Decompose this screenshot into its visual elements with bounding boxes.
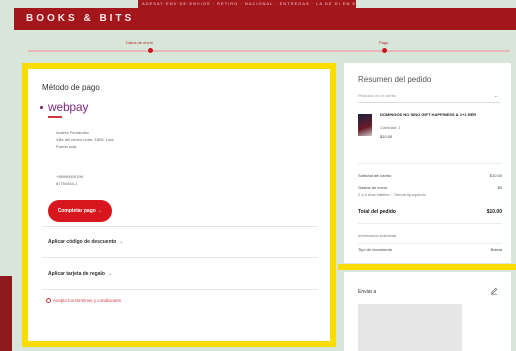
address-line: Andrés Fernández	[56, 130, 89, 135]
divider	[358, 243, 502, 244]
shipping-label: Gastos de envío	[358, 185, 388, 190]
document-type-row: Tipo de documento Boleta	[358, 247, 502, 252]
step-label-payment: Pago	[379, 40, 389, 45]
item-title: DOMINGOS NO SINO GIFT HAPPINESS & 1+1 HE…	[380, 112, 477, 117]
step-dot-payment	[382, 48, 387, 53]
chevron-down-icon: ⌄	[493, 93, 498, 99]
chevron-down-icon: ⌄	[119, 239, 124, 245]
highlight-bar	[338, 264, 516, 270]
billing-address: Andrés Fernández Villa del centro norte,…	[56, 129, 114, 150]
item-quantity: Cantidad: 1	[380, 125, 401, 130]
shipping-row: Gastos de envío $0	[358, 185, 502, 190]
payment-panel: Método de pago webpay Andrés Fernández V…	[22, 63, 336, 347]
total-row: Total del pedido $10.00	[358, 209, 502, 215]
checkbox-circle-icon[interactable]	[46, 298, 51, 304]
chevron-down-icon: ⌄	[107, 271, 113, 277]
discount-code-label: Aplicar código de descuento	[48, 239, 117, 245]
step-label-shipping: Datos de envío	[126, 40, 153, 45]
address-preview-box	[358, 304, 462, 351]
divider	[358, 163, 502, 164]
checkout-progress: Datos de envío Pago	[28, 40, 510, 60]
webpay-logo: webpay	[48, 100, 89, 114]
progress-line	[28, 50, 510, 52]
terms-label: Acepto los términos y condiciones	[53, 298, 122, 303]
divider	[42, 289, 318, 290]
book-cover-image	[358, 114, 372, 136]
address-line: Villa del centro norte, 1805, Lota	[56, 137, 114, 142]
address-line: Puerta sola	[56, 144, 77, 149]
terms-checkbox[interactable]: Acepto los términos y condiciones	[46, 298, 122, 304]
promo-banner: ADESAT·ENV·DE·ENVIOS · RETIRO · NACIONAL…	[138, 0, 356, 8]
discount-code-toggle[interactable]: Aplicar código de descuento ⌄	[48, 239, 124, 245]
shipping-detail: 2 a 5 días hábiles – Tienda Apoquindo	[358, 192, 426, 197]
payment-title: Método de pago	[42, 83, 100, 92]
order-summary-panel: Resumen del pedido Producto en el carrit…	[344, 63, 511, 263]
pencil-icon[interactable]	[490, 287, 498, 295]
divider	[358, 223, 502, 224]
shipping-value: $0	[497, 185, 502, 190]
subtotal-row: Subtotal del carrito $10.00	[358, 173, 502, 178]
divider	[42, 257, 318, 258]
summary-title: Resumen del pedido	[358, 75, 432, 84]
shipping-destination-panel: Enviar a	[344, 272, 511, 351]
brand-logo[interactable]: BOOKS & BITS	[26, 13, 134, 24]
complete-payment-button[interactable]: Completar pago →	[48, 200, 112, 222]
webpay-underline	[48, 116, 62, 118]
total-label: Total del pedido	[358, 209, 396, 215]
cart-products-select[interactable]: Producto en el carrito ⌄	[358, 93, 500, 103]
subtotal-value: $10.00	[489, 173, 502, 178]
store-header: BOOKS & BITS	[14, 8, 516, 30]
document-type-label: Tipo de documento	[358, 247, 393, 252]
gift-card-toggle[interactable]: Aplicar tarjeta de regalo ⌄	[48, 271, 112, 277]
contact-info: +56999000198 87754463-1	[56, 173, 83, 187]
additional-info-heading: Información Adicional	[358, 233, 397, 238]
subtotal-label: Subtotal del carrito	[358, 173, 392, 178]
step-dot-shipping	[148, 48, 153, 53]
divider	[42, 226, 318, 227]
contact-rut: 87754463-1	[56, 181, 78, 186]
item-price: $10.00	[380, 134, 393, 139]
contact-phone: +56999000198	[56, 174, 83, 179]
select-value: Producto en el carrito	[358, 93, 397, 98]
document-type-value[interactable]: Boleta	[491, 247, 502, 252]
decorative-edge	[0, 276, 12, 351]
gift-card-label: Aplicar tarjeta de regalo	[48, 271, 105, 277]
send-to-label: Enviar a	[358, 289, 377, 295]
total-value: $10.00	[486, 209, 502, 215]
selected-method-radio[interactable]	[40, 106, 43, 109]
